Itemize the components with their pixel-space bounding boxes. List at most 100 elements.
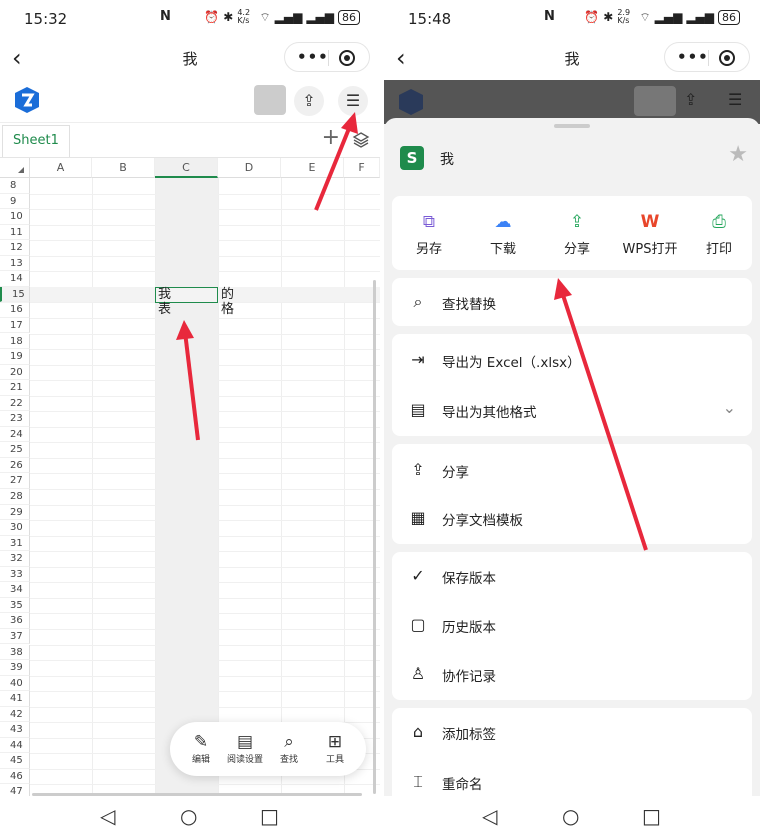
- close-miniapp-icon[interactable]: [719, 50, 735, 66]
- close-miniapp-icon[interactable]: [339, 50, 355, 66]
- row-header-9[interactable]: 9: [0, 193, 30, 210]
- row-header-25[interactable]: 25: [0, 442, 30, 458]
- row-header-28[interactable]: 28: [0, 489, 30, 505]
- menu-share[interactable]: ⇪ 分享: [392, 446, 752, 494]
- menu-button[interactable]: ☰: [338, 86, 368, 116]
- column-header-f[interactable]: F: [344, 158, 380, 178]
- history-icon: ▢: [410, 615, 426, 634]
- column-header-e[interactable]: E: [281, 158, 344, 178]
- row-header-8[interactable]: 8: [0, 178, 30, 194]
- row-header-29[interactable]: 29: [0, 504, 30, 521]
- row-header-32[interactable]: 32: [0, 551, 30, 567]
- menu-find-replace[interactable]: ⌕ 查找替换: [392, 278, 752, 326]
- menu-share-template[interactable]: ▦ 分享文档模板: [392, 494, 752, 542]
- row-header-21[interactable]: 21: [0, 380, 30, 396]
- nav-back-icon[interactable]: ◁: [482, 804, 497, 828]
- row-header-22[interactable]: 22: [0, 395, 30, 412]
- row-header-30[interactable]: 30: [0, 520, 30, 536]
- row-header-18[interactable]: 18: [0, 333, 30, 349]
- sheet-handle[interactable]: [554, 124, 590, 128]
- column-header-d[interactable]: D: [218, 158, 281, 178]
- menu-export-other[interactable]: ▤ 导出为其他格式 ⌄: [392, 386, 752, 434]
- layers-icon[interactable]: [352, 131, 370, 149]
- save-as-label: 另存: [415, 242, 442, 257]
- find-replace-label: 查找替换: [442, 297, 496, 313]
- save-as-button[interactable]: ⧉ 另存: [392, 210, 466, 257]
- search-button[interactable]: ⌕ 查找: [266, 732, 312, 765]
- row-header-26[interactable]: 26: [0, 457, 30, 474]
- row-header-39[interactable]: 39: [0, 660, 30, 676]
- row-header-31[interactable]: 31: [0, 535, 30, 552]
- more-icon[interactable]: •••: [297, 48, 329, 66]
- row-header-33[interactable]: 33: [0, 566, 30, 583]
- row-header-11[interactable]: 11: [0, 224, 30, 241]
- row-header-12[interactable]: 12: [0, 240, 30, 256]
- share-button[interactable]: ⇪: [294, 86, 324, 116]
- nav-home-icon[interactable]: ○: [180, 804, 197, 828]
- read-settings-label: 阅读设置: [226, 755, 263, 765]
- share-menu-label: 分享: [442, 465, 469, 481]
- row-header-13[interactable]: 13: [0, 255, 30, 272]
- cloud-download-icon: ☁: [494, 212, 512, 232]
- row-header-36[interactable]: 36: [0, 613, 30, 629]
- row-header-38[interactable]: 38: [0, 644, 30, 660]
- row-header-41[interactable]: 41: [0, 691, 30, 707]
- row-header-17[interactable]: 17: [0, 317, 30, 334]
- cell-c15[interactable]: 我: [158, 287, 171, 303]
- row-header-27[interactable]: 27: [0, 473, 30, 489]
- more-icon[interactable]: •••: [677, 48, 709, 66]
- row-header-45[interactable]: 45: [0, 753, 30, 769]
- add-sheet-icon[interactable]: +: [322, 125, 340, 150]
- cell-d16[interactable]: 格: [221, 302, 234, 318]
- row-header-20[interactable]: 20: [0, 364, 30, 381]
- menu-add-tag[interactable]: ⌂ 添加标签: [392, 708, 752, 756]
- menu-export-excel[interactable]: ⇥ 导出为 Excel（.xlsx）: [392, 336, 752, 384]
- menu-collab[interactable]: ♙ 协作记录: [392, 650, 752, 698]
- nav-recent-icon[interactable]: □: [642, 804, 661, 828]
- nav-home-icon[interactable]: ○: [562, 804, 579, 828]
- row-header-43[interactable]: 43: [0, 722, 30, 738]
- cell-d15[interactable]: 的: [221, 287, 234, 303]
- column-header-a[interactable]: A: [30, 158, 92, 178]
- row-header-34[interactable]: 34: [0, 582, 30, 598]
- edit-button[interactable]: ✎ 编辑: [178, 732, 224, 765]
- row-header-19[interactable]: 19: [0, 349, 30, 365]
- row-header-10[interactable]: 10: [0, 209, 30, 225]
- star-icon[interactable]: ★: [728, 142, 748, 167]
- row-line: [30, 582, 380, 584]
- menu-rename[interactable]: ⌶ 重命名: [392, 758, 752, 796]
- row-header-42[interactable]: 42: [0, 706, 30, 723]
- row-header-44[interactable]: 44: [0, 737, 30, 754]
- vertical-scrollbar[interactable]: [373, 280, 376, 794]
- row-header-40[interactable]: 40: [0, 675, 30, 692]
- row-header-14[interactable]: 14: [0, 271, 30, 287]
- wps-open-button[interactable]: W WPS打开: [614, 210, 686, 257]
- column-header-b[interactable]: B: [92, 158, 155, 178]
- nav-recent-icon[interactable]: □: [260, 804, 279, 828]
- row-header-35[interactable]: 35: [0, 597, 30, 614]
- row-header-23[interactable]: 23: [0, 411, 30, 427]
- user-icon: ♙: [410, 664, 426, 683]
- row-header-37[interactable]: 37: [0, 628, 30, 645]
- share-button[interactable]: ⇪ 分享: [540, 210, 614, 257]
- nav-back-icon[interactable]: ◁: [100, 804, 115, 828]
- spreadsheet-grid[interactable]: A B C D E F 8 9 10 11 12 13 14 15 16 17 18 19 20 21 22 23 24 25…: [0, 158, 380, 798]
- select-all-corner[interactable]: [0, 158, 30, 178]
- tools-button[interactable]: ⊞ 工具: [312, 732, 358, 765]
- avatar[interactable]: [254, 85, 286, 115]
- row-header-46[interactable]: 46: [0, 768, 30, 785]
- column-header-c[interactable]: C: [155, 158, 218, 178]
- read-settings-button[interactable]: ▤ 阅读设置: [222, 732, 268, 765]
- menu-history[interactable]: ▢ 历史版本: [392, 601, 752, 649]
- download-button[interactable]: ☁ 下载: [466, 210, 540, 257]
- tab-sheet1[interactable]: Sheet1: [2, 125, 70, 157]
- row-line: [30, 426, 380, 428]
- row-header-16[interactable]: 16: [0, 302, 30, 318]
- row-line: [30, 535, 380, 537]
- row-header-15[interactable]: 15: [0, 286, 30, 303]
- row-header-24[interactable]: 24: [0, 426, 30, 443]
- cell-c16[interactable]: 表: [158, 302, 171, 318]
- row-line: [30, 675, 380, 677]
- print-button[interactable]: ⎙ 打印: [682, 210, 756, 257]
- menu-save-version[interactable]: ✓ 保存版本: [392, 552, 752, 600]
